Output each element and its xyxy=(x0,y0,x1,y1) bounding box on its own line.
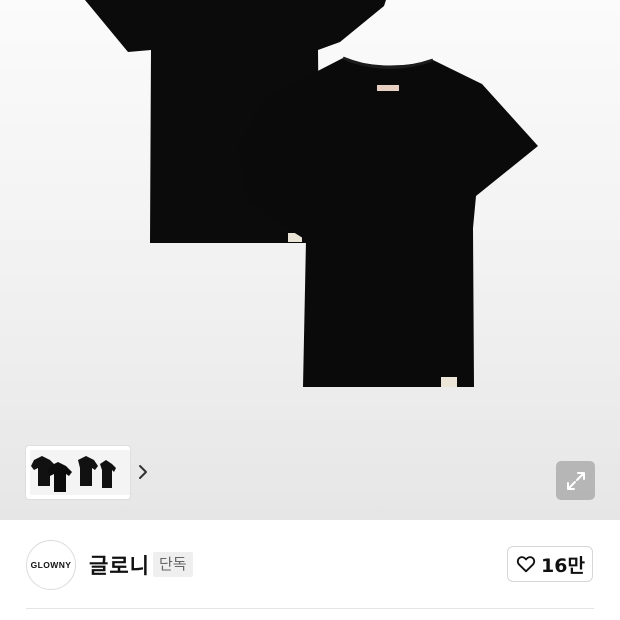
thumbnail-strip[interactable] xyxy=(26,446,147,499)
product-page: GLOWNY 글로니 단독 16만 xyxy=(0,0,620,620)
chevron-right-icon[interactable] xyxy=(136,460,150,484)
expand-button[interactable] xyxy=(556,461,595,500)
tshirts-photo xyxy=(85,0,538,387)
like-button[interactable]: 16만 xyxy=(507,546,593,582)
expand-arrows-icon xyxy=(566,471,585,490)
shop-logo[interactable]: GLOWNY xyxy=(26,540,76,590)
shop-info: GLOWNY 글로니 단독 16만 xyxy=(0,520,620,620)
tshirt-thumbnail[interactable] xyxy=(28,448,132,497)
exclusive-badge: 단독 xyxy=(153,552,193,577)
like-count: 16만 xyxy=(541,554,585,577)
shop-name[interactable]: 글로니 xyxy=(89,550,150,580)
shop-logo-text: GLOWNY xyxy=(30,560,72,570)
divider xyxy=(26,608,594,609)
product-image[interactable] xyxy=(0,0,620,520)
heart-outline-icon xyxy=(516,556,536,573)
